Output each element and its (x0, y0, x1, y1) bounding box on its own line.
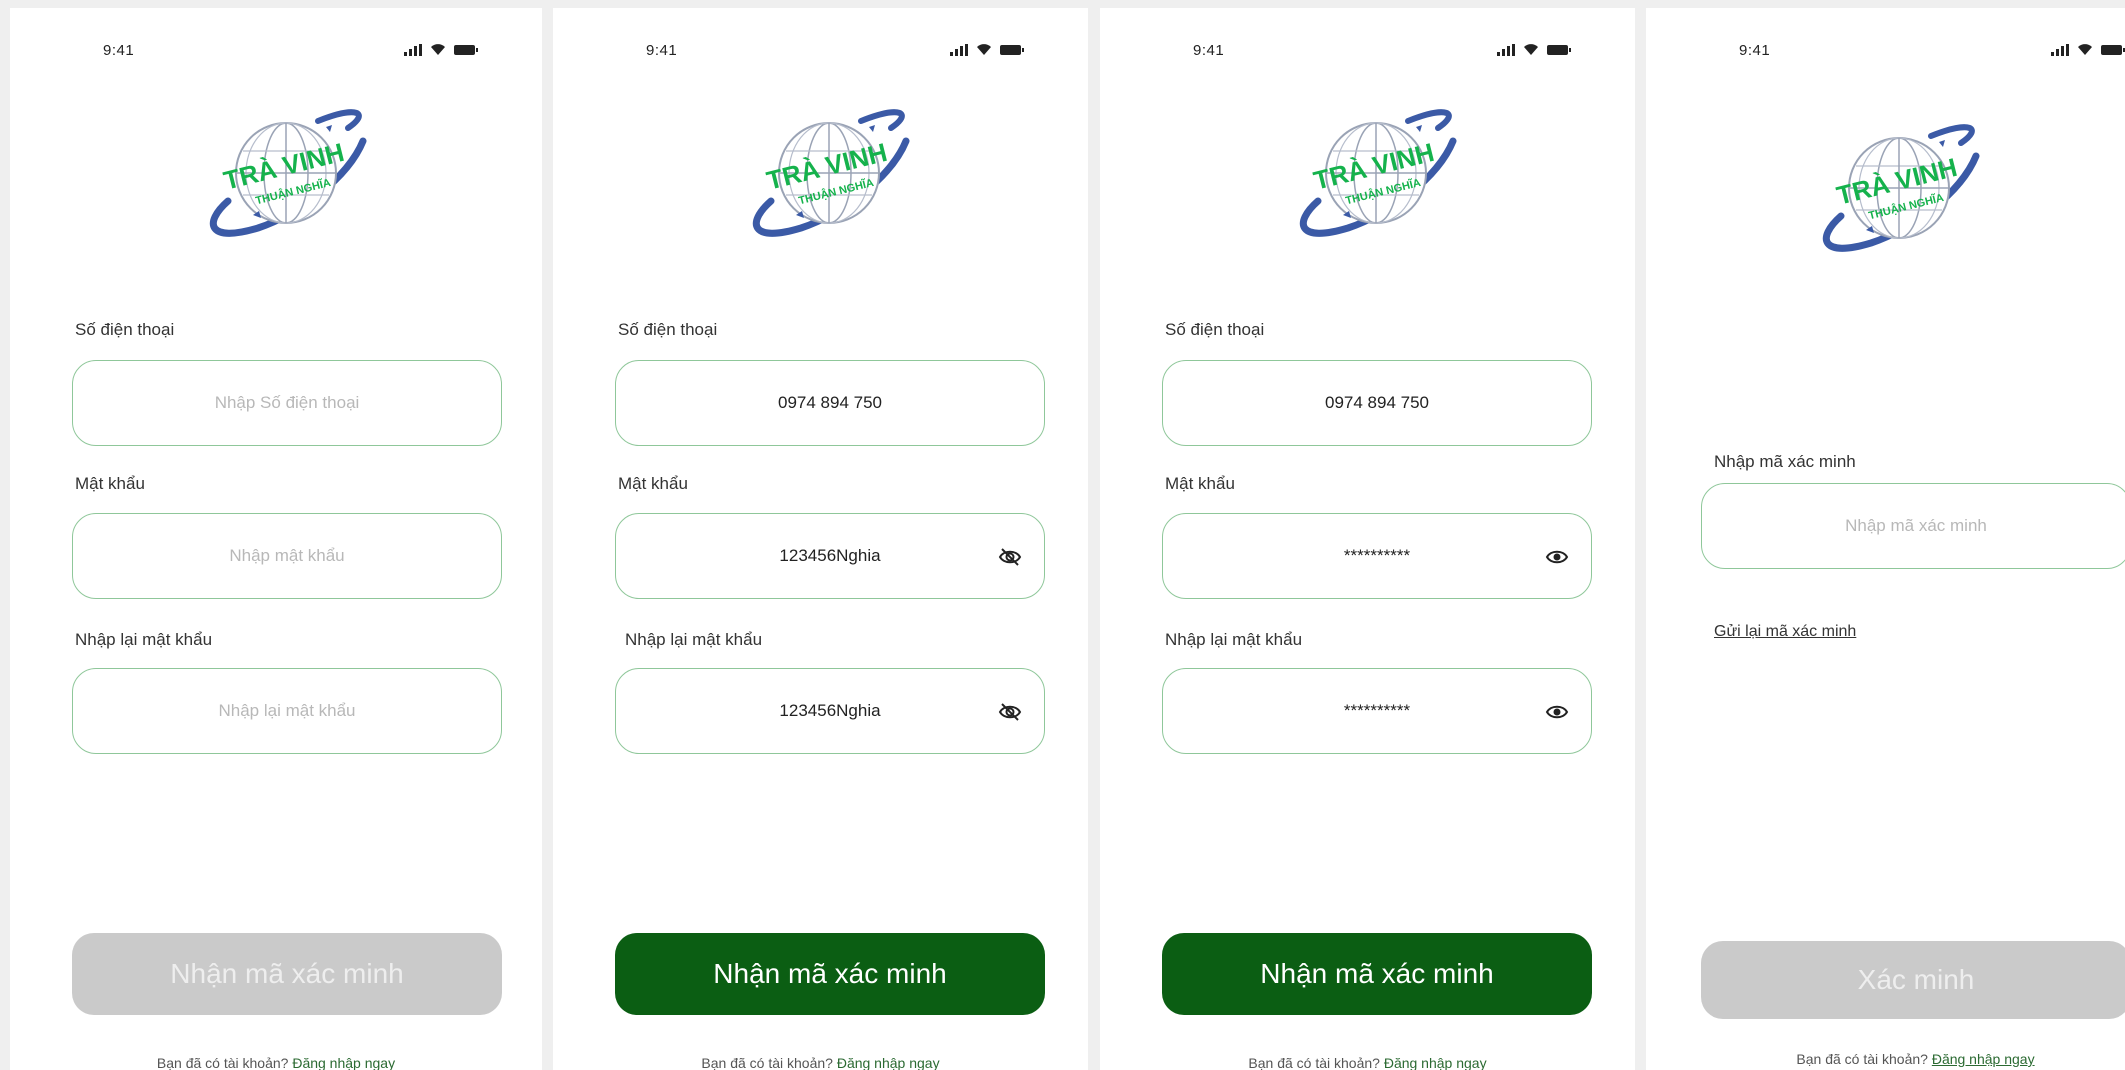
wifi-icon (977, 44, 991, 55)
get-code-button[interactable]: Nhận mã xác minh (615, 933, 1045, 1015)
phone-input[interactable] (1163, 361, 1591, 445)
password-input[interactable] (616, 514, 1044, 598)
get-code-button[interactable]: Nhận mã xác minh (1162, 933, 1592, 1015)
eye-off-icon[interactable] (998, 702, 1022, 722)
wifi-icon (2078, 44, 2092, 55)
status-bar: 9:41 (10, 40, 542, 64)
login-link[interactable]: Đăng nhập ngay (1384, 1055, 1487, 1070)
confirm-password-input[interactable] (616, 669, 1044, 753)
login-link[interactable]: Đăng nhập ngay (292, 1055, 395, 1070)
resend-code-link[interactable]: Gửi lại mã xác minh (1714, 623, 1856, 641)
password-label: Mật khẩu (1165, 474, 1235, 493)
status-time: 9:41 (1193, 42, 1225, 59)
password-input[interactable] (1163, 514, 1591, 598)
login-prompt-text: Bạn đã có tài khoản? (1796, 1051, 1928, 1067)
code-input[interactable] (1702, 484, 2125, 568)
status-time: 9:41 (646, 42, 678, 59)
confirm-password-input[interactable] (73, 669, 501, 753)
login-prompt: Bạn đã có tài khoản? Đăng nhập ngay (1100, 1055, 1635, 1070)
battery-icon (1000, 45, 1024, 55)
login-prompt-text: Bạn đã có tài khoản? (701, 1055, 833, 1070)
status-time: 9:41 (103, 42, 135, 59)
phone-field[interactable] (1162, 360, 1592, 446)
eye-icon[interactable] (1545, 547, 1569, 567)
phone-label: Số điện thoại (618, 320, 718, 339)
phone-field[interactable] (72, 360, 502, 446)
register-screen-filled-visible: 9:41 TRÀ VINH THUẬN NGHĨA Số điện thoại … (553, 8, 1088, 1070)
signal-icon (1497, 44, 1515, 56)
login-prompt: Bạn đã có tài khoản? Đăng nhập ngay (1646, 1051, 2125, 1067)
password-label: Mật khẩu (618, 474, 688, 493)
code-label: Nhập mã xác minh (1714, 452, 1856, 471)
confirm-password-input[interactable] (1163, 669, 1591, 753)
register-screen-empty: 9:41 TRÀ VINH THUẬN NGHĨA Số điện thoại … (10, 8, 542, 1070)
battery-icon (454, 45, 478, 55)
password-field[interactable] (1162, 513, 1592, 599)
password-field[interactable] (615, 513, 1045, 599)
eye-off-icon[interactable] (998, 547, 1022, 567)
phone-input[interactable] (73, 361, 501, 445)
password-input[interactable] (73, 514, 501, 598)
phone-input[interactable] (616, 361, 1044, 445)
status-time: 9:41 (1739, 42, 1771, 59)
login-prompt-text: Bạn đã có tài khoản? (1248, 1055, 1380, 1070)
confirm-password-label: Nhập lại mật khẩu (625, 630, 763, 649)
get-code-button[interactable]: Nhận mã xác minh (72, 933, 502, 1015)
battery-icon (1547, 45, 1571, 55)
phone-label: Số điện thoại (75, 320, 175, 339)
phone-field[interactable] (615, 360, 1045, 446)
status-bar: 9:41 (1100, 40, 1635, 64)
app-logo: TRÀ VINH THUẬN NGHĨA (198, 103, 373, 243)
status-bar: 9:41 (553, 40, 1088, 64)
register-screen-filled-hidden: 9:41 TRÀ VINH THUẬN NGHĨA Số điện thoại … (1100, 8, 1635, 1070)
login-prompt-text: Bạn đã có tài khoản? (156, 1055, 289, 1070)
app-logo: TRÀ VINH THUẬN NGHĨA (1811, 118, 1986, 258)
app-logo: TRÀ VINH THUẬN NGHĨA (741, 103, 916, 243)
verify-code-screen: 9:41 TRÀ VINH THUẬN NGHĨA Nhập mã xác mi… (1646, 8, 2125, 1070)
wifi-icon (1524, 44, 1538, 55)
verify-button[interactable]: Xác minh (1701, 941, 2125, 1019)
status-bar: 9:41 (1646, 40, 2125, 64)
confirm-password-field[interactable] (615, 668, 1045, 754)
password-label: Mật khẩu (75, 474, 145, 493)
signal-icon (404, 44, 422, 56)
signal-icon (950, 44, 968, 56)
login-link[interactable]: Đăng nhập ngay (1932, 1051, 2035, 1067)
phone-label: Số điện thoại (1165, 320, 1265, 339)
wifi-icon (431, 44, 445, 55)
login-link[interactable]: Đăng nhập ngay (837, 1055, 940, 1070)
eye-icon[interactable] (1545, 702, 1569, 722)
login-prompt: Bạn đã có tài khoản? Đăng nhập ngay (10, 1055, 542, 1070)
signal-icon (2051, 44, 2069, 56)
login-prompt: Bạn đã có tài khoản? Đăng nhập ngay (553, 1055, 1088, 1070)
confirm-password-field[interactable] (72, 668, 502, 754)
battery-icon (2101, 45, 2125, 55)
app-logo: TRÀ VINH THUẬN NGHĨA (1288, 103, 1463, 243)
confirm-password-label: Nhập lại mật khẩu (75, 630, 213, 649)
confirm-password-field[interactable] (1162, 668, 1592, 754)
code-field[interactable] (1701, 483, 2125, 569)
password-field[interactable] (72, 513, 502, 599)
confirm-password-label: Nhập lại mật khẩu (1165, 630, 1303, 649)
